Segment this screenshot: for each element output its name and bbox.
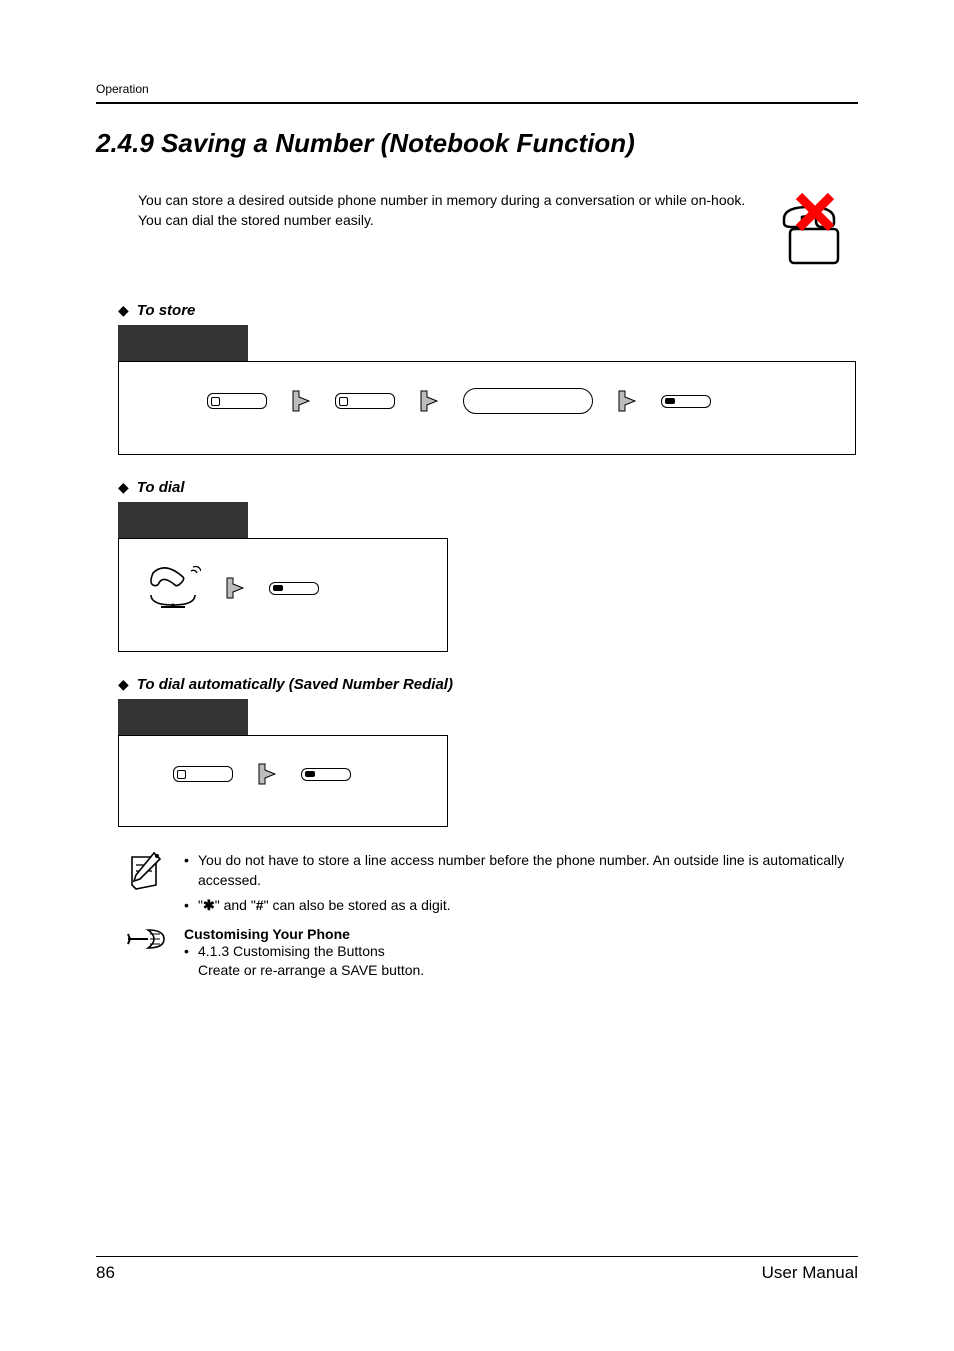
book-title: User Manual: [762, 1263, 858, 1283]
sub-heading-dial: To dial: [137, 479, 185, 496]
arrow-icon: [225, 576, 245, 600]
arrow-icon: [617, 389, 637, 413]
arrow-icon: [419, 389, 439, 413]
customising-item: 4.1.3 Customising the Buttons Create or …: [184, 942, 858, 981]
note-icon: [126, 851, 166, 922]
page-number: 86: [96, 1263, 115, 1283]
sub-heading-store: To store: [137, 302, 196, 319]
procedure-tab: [118, 325, 248, 361]
notes-list: You do not have to store a line access n…: [184, 851, 858, 922]
diamond-icon: ◆: [118, 302, 129, 319]
diamond-icon: ◆: [118, 676, 129, 693]
note-item: You do not have to store a line access n…: [184, 851, 858, 890]
note-item: "✱" and "#" can also be stored as a digi…: [184, 896, 858, 916]
customising-block: Customising Your Phone 4.1.3 Customising…: [184, 926, 858, 987]
phone-x-icon: [772, 191, 858, 274]
procedure-dial-auto: [118, 699, 448, 827]
sub-heading-auto: To dial automatically (Saved Number Redi…: [137, 676, 453, 693]
number-field-icon: [463, 388, 593, 414]
section-title: 2.4.9 Saving a Number (Notebook Function…: [96, 128, 858, 159]
button-icon: [661, 395, 711, 408]
procedure-dial: [118, 502, 448, 652]
header-rule: [96, 102, 858, 104]
procedure-store: [118, 325, 856, 455]
button-icon: [207, 393, 267, 409]
reference-icon: [126, 926, 166, 987]
offhook-icon: [145, 565, 201, 611]
button-icon: [335, 393, 395, 409]
procedure-tab: [118, 699, 248, 735]
procedure-tab: [118, 502, 248, 538]
button-icon: [301, 768, 351, 781]
button-icon: [173, 766, 233, 782]
arrow-icon: [291, 389, 311, 413]
running-header: Operation: [96, 82, 858, 96]
arrow-icon: [257, 762, 277, 786]
intro-paragraph: You can store a desired outside phone nu…: [138, 191, 752, 230]
diamond-icon: ◆: [118, 479, 129, 496]
button-icon: [269, 582, 319, 595]
footer-rule: [96, 1256, 858, 1257]
customising-title: Customising Your Phone: [184, 926, 858, 942]
